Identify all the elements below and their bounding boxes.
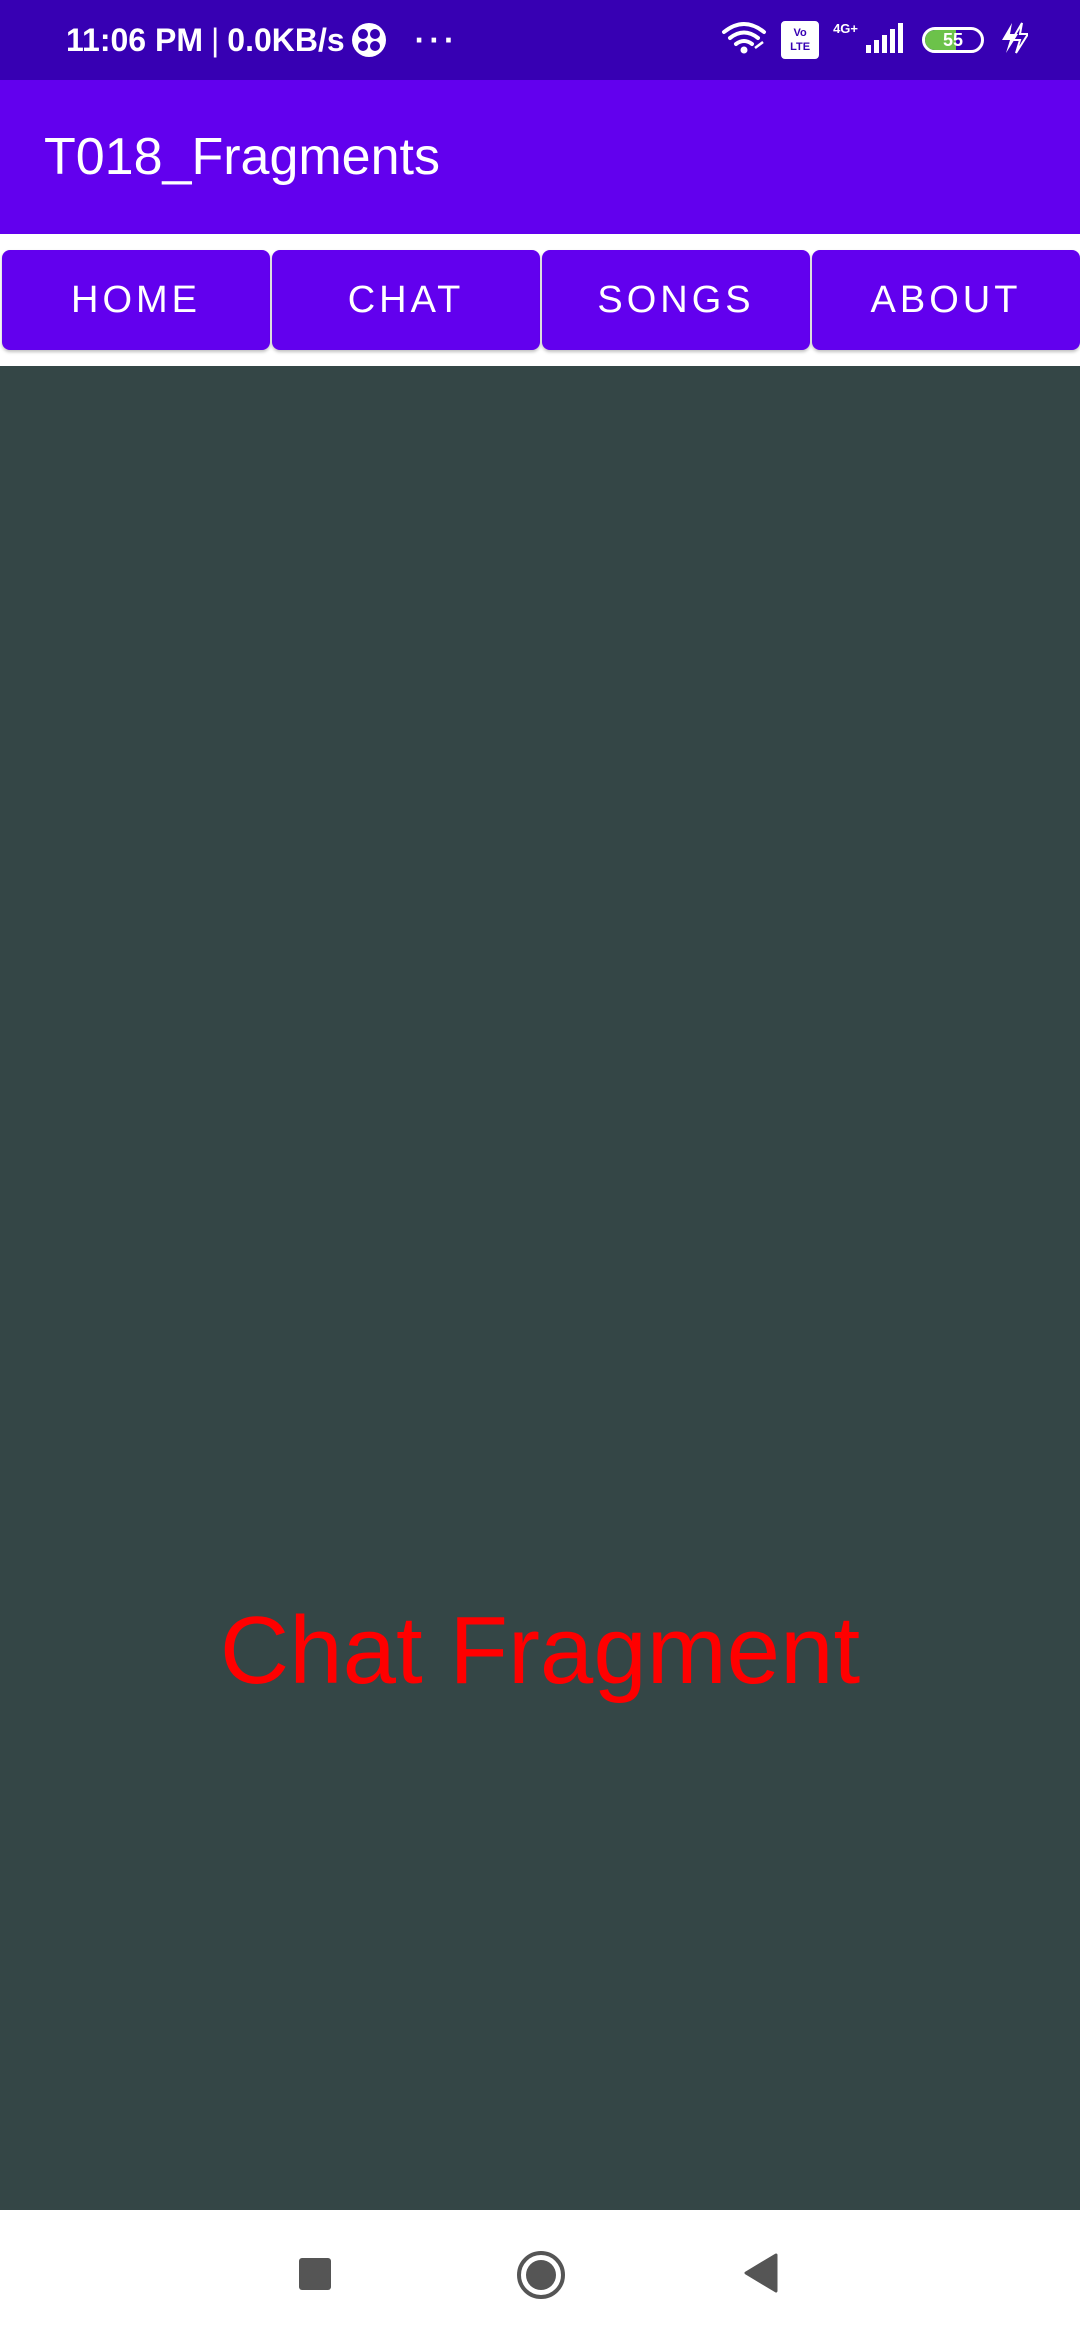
status-right: Vo LTE 4G+ 55 bbox=[721, 0, 1030, 80]
app-title: T018_Fragments bbox=[44, 128, 440, 186]
volte-bottom-text: LTE bbox=[790, 41, 811, 53]
network-type-label: 4G+ bbox=[833, 20, 858, 36]
tab-home-button[interactable]: HOME bbox=[2, 250, 270, 350]
volte-icon: Vo LTE bbox=[781, 21, 820, 59]
status-bar: 11:06 PM | 0.0KB/s ··· Vo LTE 4G+ 55 bbox=[0, 0, 1080, 80]
battery-icon: 55 bbox=[922, 27, 984, 53]
status-net-speed: 0.0KB/s bbox=[227, 21, 345, 58]
tab-chat-button[interactable]: CHAT bbox=[272, 250, 540, 350]
home-icon[interactable] bbox=[516, 2250, 566, 2300]
fan-icon bbox=[351, 22, 387, 58]
navigation-bar bbox=[0, 2210, 1080, 2340]
wifi-icon bbox=[721, 20, 767, 61]
signal-icon bbox=[862, 21, 908, 60]
back-icon[interactable] bbox=[742, 2252, 780, 2294]
more-notifications-icon: ··· bbox=[414, 21, 459, 58]
tab-songs-button[interactable]: SONGS bbox=[542, 250, 810, 350]
charging-icon bbox=[998, 21, 1030, 60]
status-left: 11:06 PM | 0.0KB/s ··· bbox=[66, 0, 459, 80]
tab-row: HOME CHAT SONGS ABOUT bbox=[0, 250, 1080, 350]
tab-about-button[interactable]: ABOUT bbox=[812, 250, 1080, 350]
status-separator: | bbox=[210, 21, 220, 58]
recents-icon[interactable] bbox=[299, 2258, 331, 2290]
battery-level: 55 bbox=[942, 29, 964, 50]
status-time: 11:06 PM bbox=[66, 21, 203, 58]
fragment-container: Chat Fragment bbox=[0, 366, 1080, 2210]
volte-top-text: Vo bbox=[793, 27, 807, 39]
fragment-label: Chat Fragment bbox=[219, 1597, 861, 1704]
app-bar: T018_Fragments bbox=[0, 80, 1080, 234]
